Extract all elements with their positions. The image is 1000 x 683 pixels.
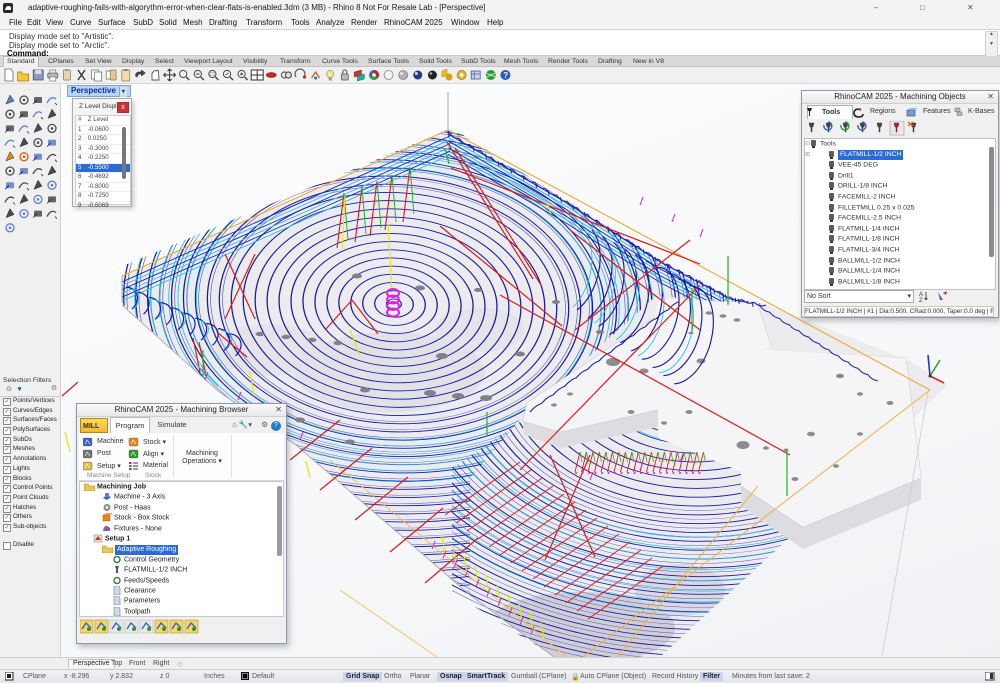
svg-text:?: ?: [503, 71, 508, 80]
svg-text:. . . .: . . . .: [24, 86, 34, 92]
svg-text:Z: Z: [919, 298, 923, 303]
